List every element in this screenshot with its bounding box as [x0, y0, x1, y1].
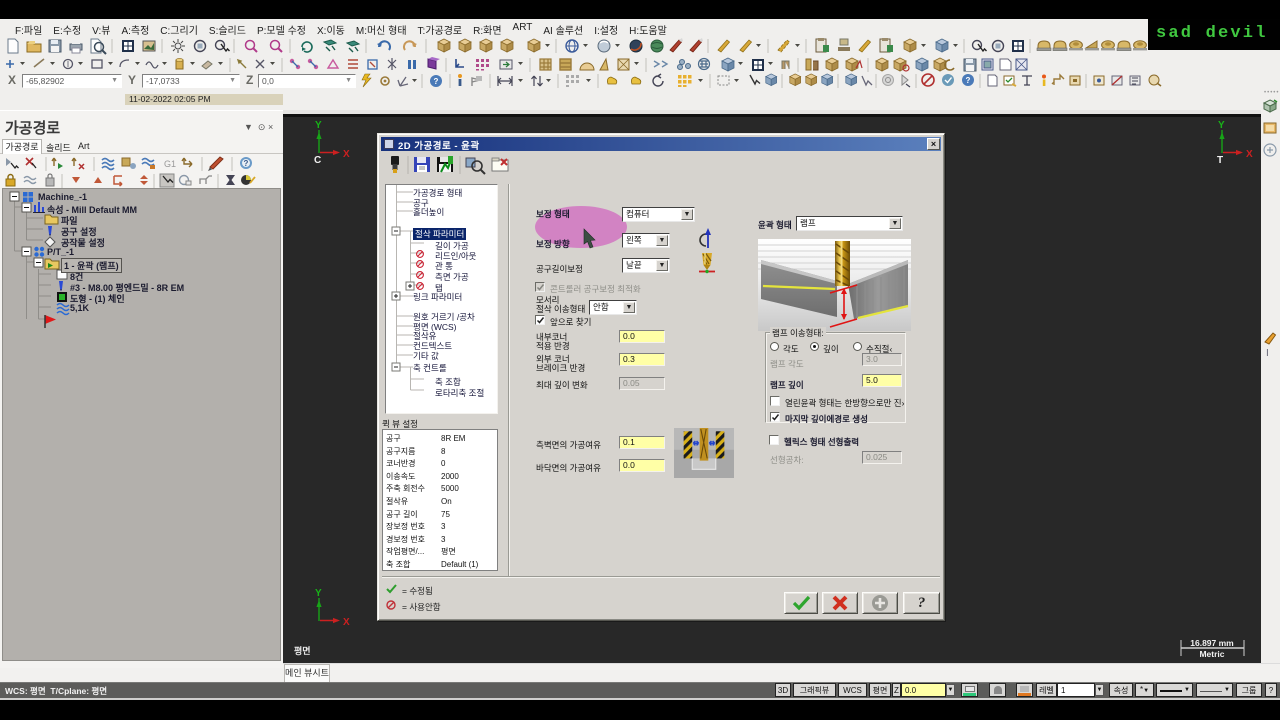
- svg-text:?: ?: [244, 159, 249, 168]
- svg-text:T: T: [1217, 155, 1223, 166]
- svg-text:?: ?: [434, 77, 439, 86]
- svg-text:Y: Y: [315, 588, 322, 599]
- svg-text:X: X: [343, 149, 350, 160]
- svg-text:Y: Y: [315, 120, 322, 131]
- svg-text:X: X: [1246, 149, 1253, 160]
- svg-text:X: X: [343, 617, 350, 628]
- svg-text:?: ?: [966, 76, 971, 85]
- svg-text:C: C: [314, 155, 321, 166]
- svg-text:16.897 mm: 16.897 mm: [1190, 638, 1234, 648]
- svg-text:Y: Y: [1218, 120, 1225, 131]
- svg-text:G1: G1: [164, 159, 176, 169]
- svg-text:Metric: Metric: [1199, 649, 1224, 659]
